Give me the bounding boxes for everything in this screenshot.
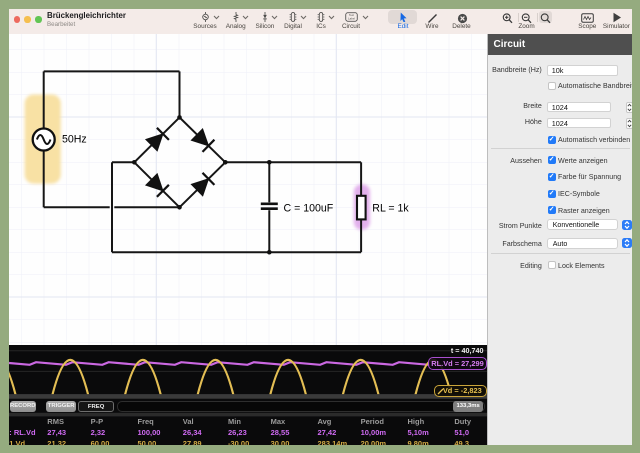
svg-text:50Hz: 50Hz — [62, 134, 87, 146]
svg-text:Label: Label — [348, 17, 355, 21]
svg-text:RL = 1k: RL = 1k — [372, 202, 409, 214]
svg-text:C = 100uF: C = 100uF — [284, 202, 334, 214]
svg-text:Text: Text — [348, 13, 353, 17]
